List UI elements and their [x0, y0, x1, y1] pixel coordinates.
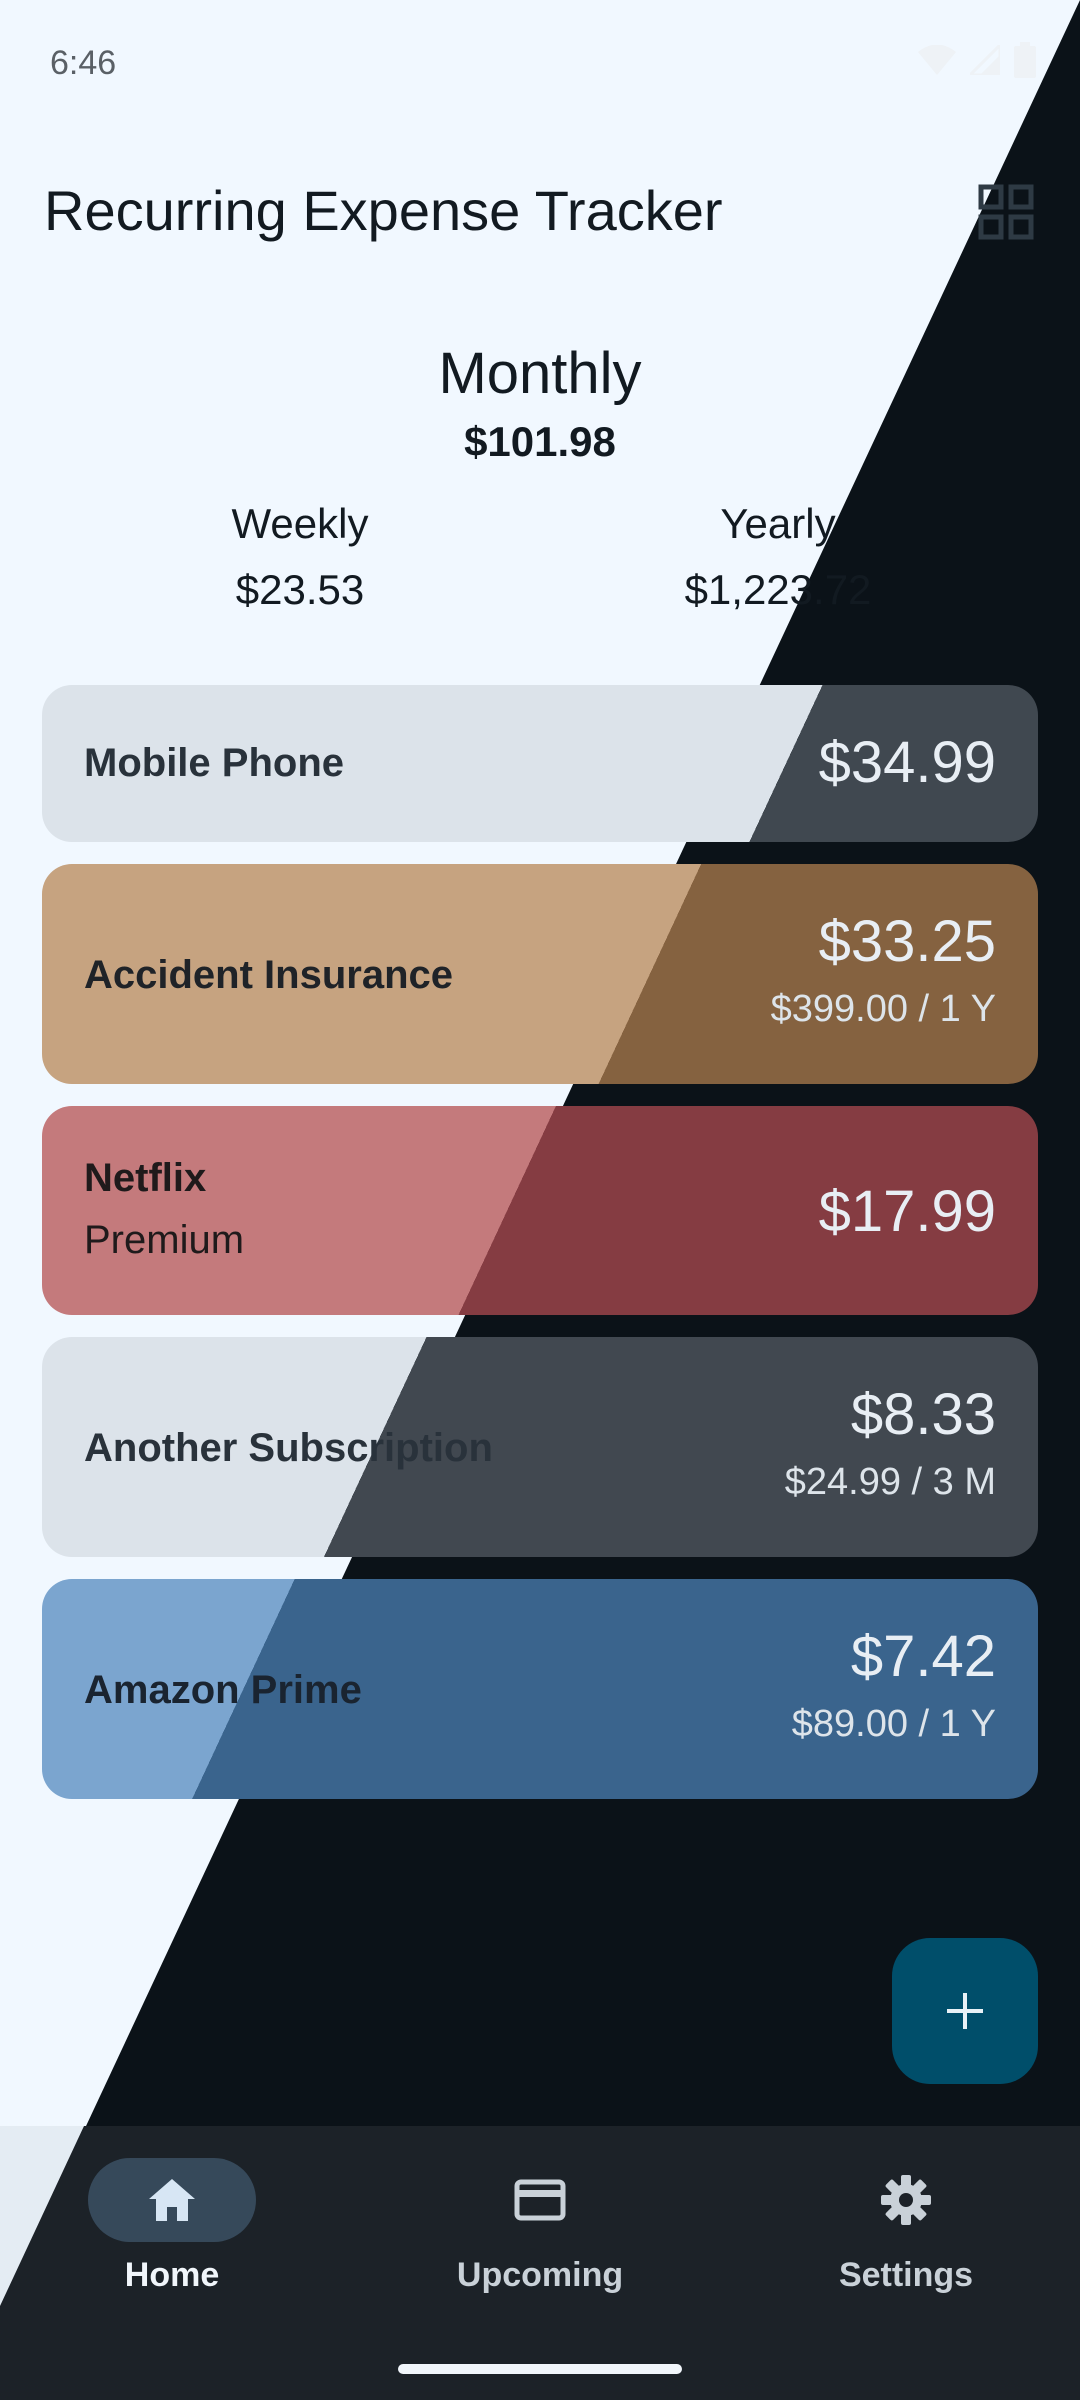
expense-billing: $399.00 / 1 Y: [770, 988, 996, 1030]
bottom-navigation: Home Upcoming Settings: [0, 2126, 1080, 2400]
expense-card[interactable]: Accident Insurance $33.25 $399.00 / 1 Y: [42, 864, 1038, 1084]
plus-icon: [947, 1993, 983, 2029]
nav-label: Upcoming: [456, 2256, 624, 2294]
expense-amount: $34.99: [818, 730, 996, 795]
expense-billing: $89.00 / 1 Y: [791, 1703, 996, 1745]
monthly-label: Monthly: [438, 341, 642, 406]
wifi-icon: [918, 45, 956, 75]
monthly-value: $101.98: [464, 418, 616, 465]
nav-item-home[interactable]: Home: [22, 2158, 322, 2295]
weekly-value: $23.53: [235, 566, 365, 613]
grid-icon: [978, 184, 1034, 240]
gear-icon: [881, 2175, 931, 2225]
expense-name: Accident Insurance: [84, 953, 454, 997]
expense-amount: $8.33: [850, 1382, 996, 1447]
yearly-value: $1,223.72: [684, 566, 872, 613]
nav-item-upcoming[interactable]: Upcoming: [390, 2158, 690, 2295]
weekly-summary: Weekly $23.53: [90, 500, 510, 614]
card-icon: [514, 2179, 566, 2221]
status-bar: 6:46: [0, 0, 1080, 130]
status-time: 6:46: [50, 44, 117, 82]
expense-description: Premium: [84, 1218, 245, 1262]
battery-icon: [1014, 42, 1036, 78]
nav-item-settings[interactable]: Settings: [756, 2158, 1056, 2295]
nav-icon-container: [822, 2158, 990, 2242]
yearly-label: Yearly: [720, 500, 836, 547]
expense-name: Amazon Prime: [84, 1668, 362, 1712]
status-icons: [918, 42, 1036, 78]
expense-amount: $7.42: [850, 1624, 996, 1689]
grid-view-button[interactable]: [978, 184, 1034, 240]
nav-label: Settings: [838, 2256, 974, 2294]
expense-name: Netflix: [84, 1156, 207, 1200]
yearly-summary: Yearly $1,223.72: [568, 500, 988, 614]
expense-card[interactable]: Mobile Phone $34.99: [42, 685, 1038, 842]
home-indicator[interactable]: [398, 2364, 682, 2374]
nav-icon-container: [456, 2158, 624, 2242]
nav-label: Home: [124, 2256, 220, 2294]
expense-card[interactable]: Netflix Premium $17.99: [42, 1106, 1038, 1315]
expense-name: Mobile Phone: [84, 741, 344, 785]
expense-card[interactable]: Amazon Prime $7.42 $89.00 / 1 Y: [42, 1579, 1038, 1799]
add-expense-button[interactable]: [892, 1938, 1038, 2084]
weekly-label: Weekly: [231, 500, 369, 547]
expense-amount: $33.25: [818, 909, 996, 974]
expense-amount: $17.99: [818, 1179, 996, 1244]
expense-billing: $24.99 / 3 M: [784, 1461, 996, 1503]
app-title: Recurring Expense Tracker: [44, 179, 723, 242]
home-icon: [149, 2179, 195, 2221]
expense-card[interactable]: Another Subscription $8.33 $24.99 / 3 M: [42, 1337, 1038, 1557]
nav-indicator: [88, 2158, 256, 2242]
signal-icon: [970, 45, 1000, 75]
expense-name: Another Subscription: [84, 1426, 493, 1470]
